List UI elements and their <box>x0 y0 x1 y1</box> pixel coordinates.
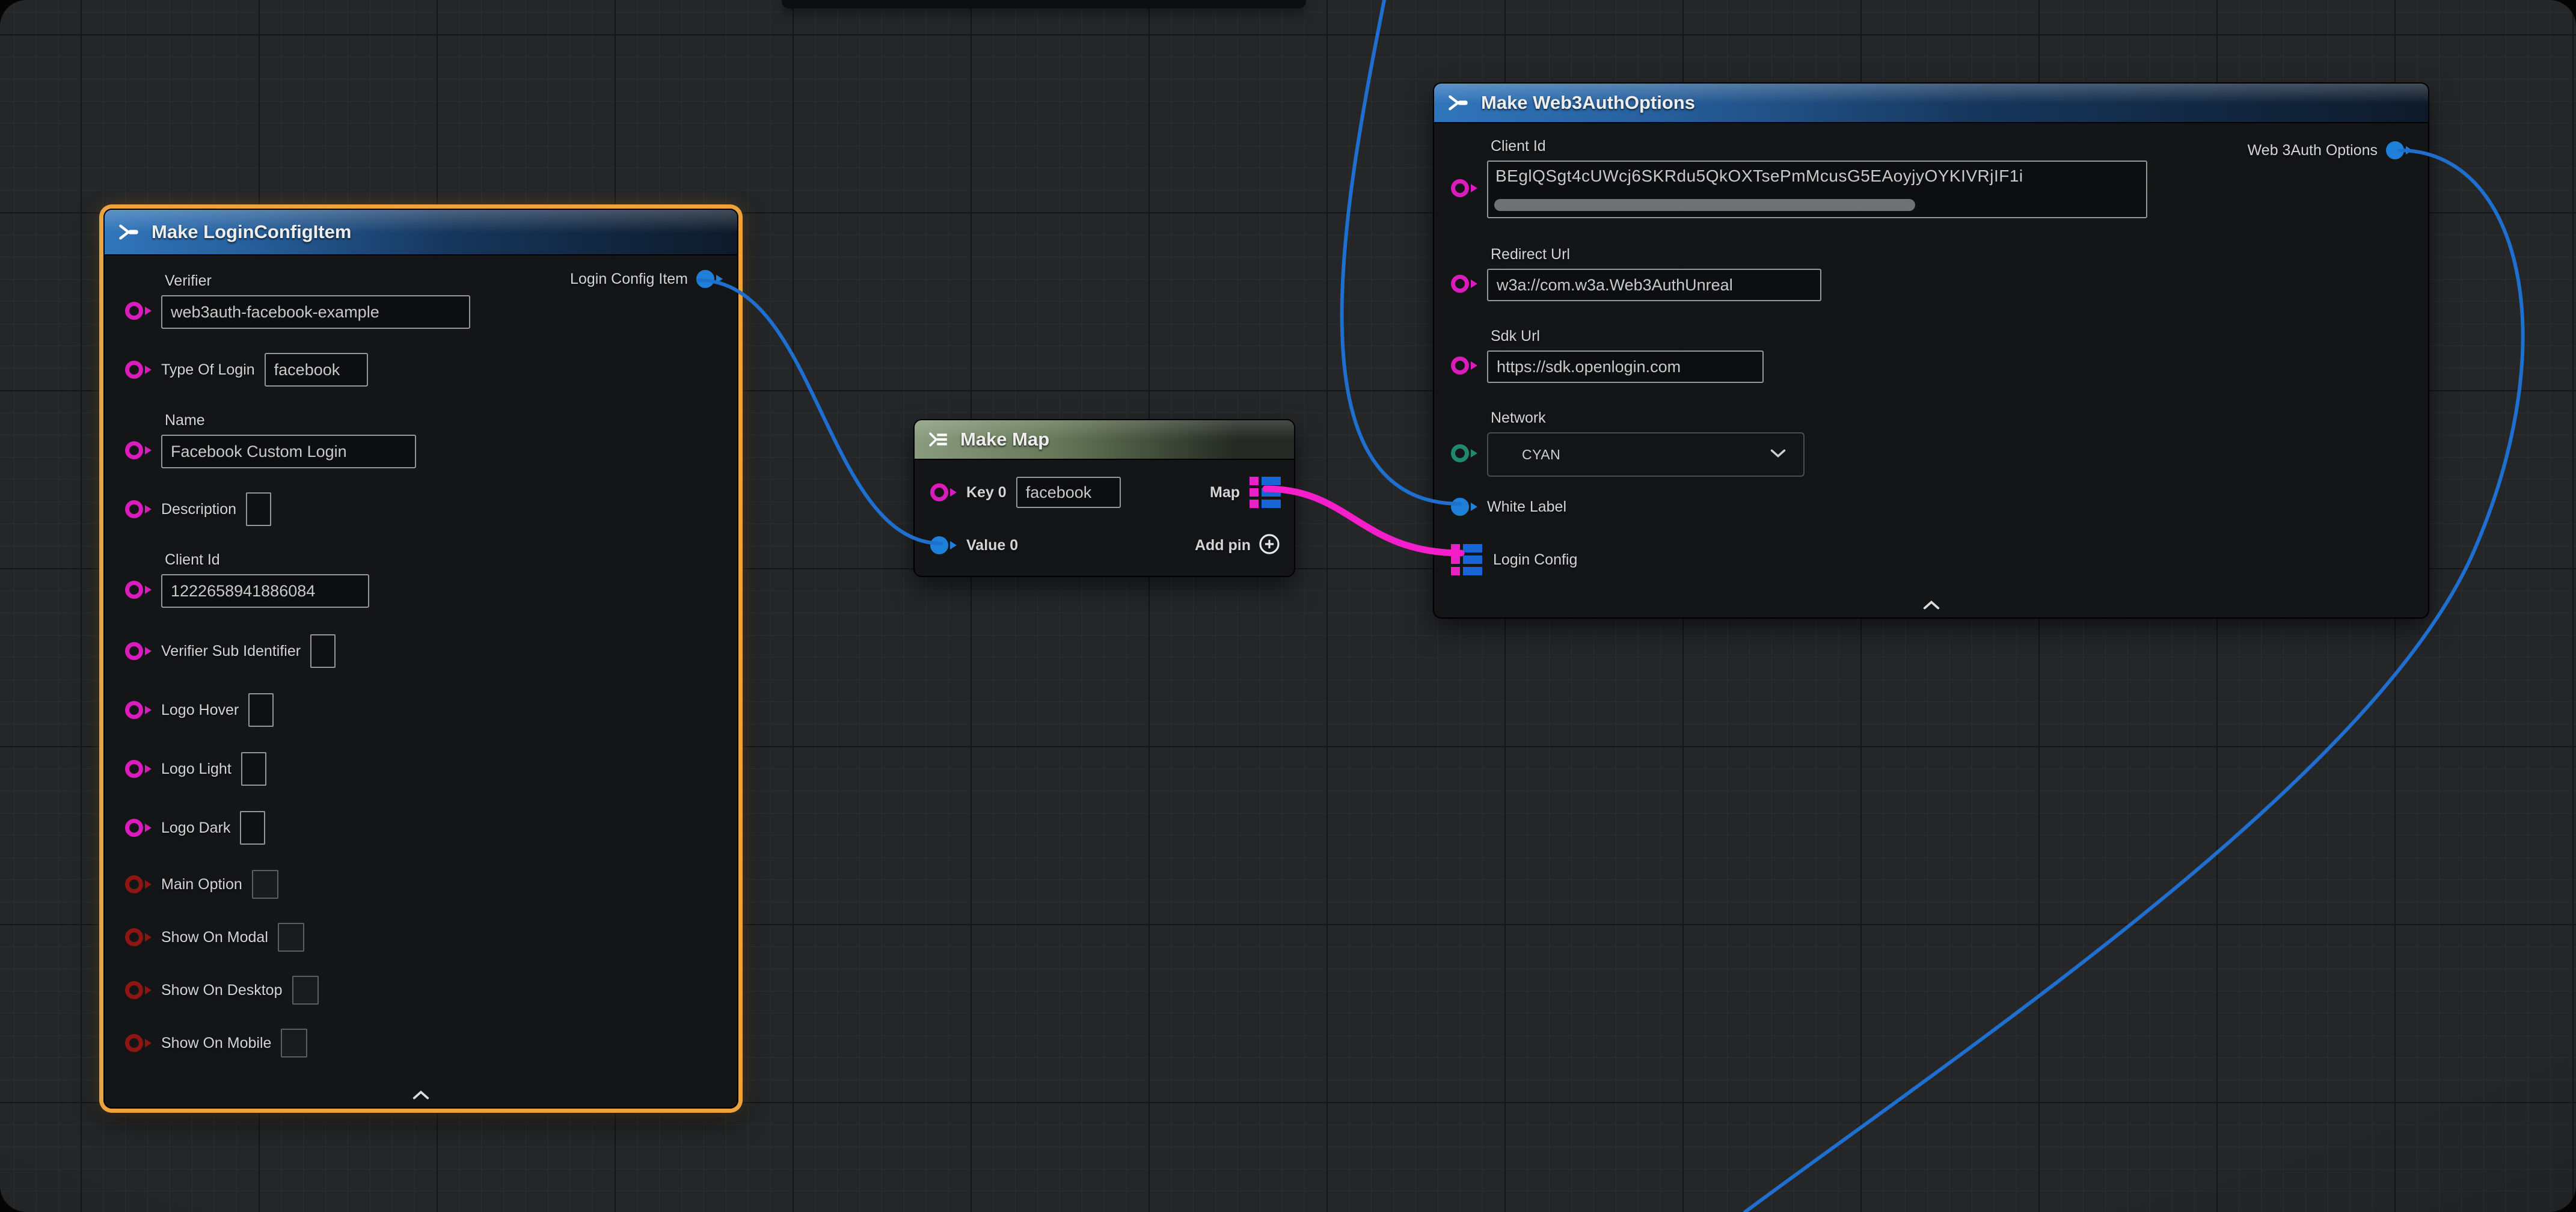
logo-hover-pin[interactable] <box>125 701 152 719</box>
offscreen-node-bottom-edge <box>782 0 1306 8</box>
show-on-desktop-pin[interactable] <box>125 981 152 999</box>
node-make-map[interactable]: Make Map Key 0 Map <box>913 419 1295 577</box>
value0-pin[interactable] <box>930 536 957 554</box>
pin-row-value0: Value 0 Add pin <box>930 519 1281 572</box>
name-input[interactable] <box>161 435 416 468</box>
type-of-login-input[interactable] <box>265 353 368 387</box>
node-title: Make Web3AuthOptions <box>1481 92 1695 114</box>
pin-row-logo-hover: Logo Hover <box>125 693 722 727</box>
collapse-chevron-icon[interactable] <box>1922 601 1940 613</box>
verifier-input[interactable] <box>161 295 470 329</box>
network-pin[interactable] <box>1451 444 1477 462</box>
pin-row-network: Network CYAN <box>1451 409 2412 477</box>
client-id-pin[interactable] <box>125 581 152 599</box>
show-on-modal-checkbox[interactable] <box>278 923 304 952</box>
redirect-url-input[interactable] <box>1487 269 1821 301</box>
key0-pin[interactable] <box>930 483 957 501</box>
login-config-pin[interactable] <box>1451 544 1482 575</box>
show-on-desktop-checkbox[interactable] <box>292 976 319 1005</box>
make-map-icon <box>928 430 949 448</box>
main-option-pin[interactable] <box>125 875 152 893</box>
output-pin-row: Web 3Auth Options <box>2248 141 2412 159</box>
add-pin-icon <box>1258 533 1281 559</box>
pin-row-verifier-sub-identifier: Verifier Sub Identifier <box>125 634 722 668</box>
description-pin[interactable] <box>125 500 152 518</box>
logo-light-pin[interactable] <box>125 760 152 778</box>
node-title: Make Map <box>960 429 1049 450</box>
logo-hover-input[interactable] <box>248 693 274 727</box>
white-label-pin[interactable] <box>1451 498 1477 516</box>
pin-row-description: Description <box>125 492 722 526</box>
make-struct-icon <box>1447 94 1470 112</box>
node-make-loginconfigitem[interactable]: Make LoginConfigItem Login Config Item V… <box>103 209 738 1109</box>
pin-row-client-id: Client Id <box>125 551 722 608</box>
node-header[interactable]: Make Web3AuthOptions <box>1434 84 2428 123</box>
pin-row-sdk-url: Sdk Url <box>1451 328 2412 383</box>
client-id-input[interactable]: BEglQSgt4cUWcj6SKRdu5QkOXTsePmMcusG5EAoy… <box>1487 161 2147 218</box>
graph-canvas[interactable]: Make LoginConfigItem Login Config Item V… <box>0 0 2576 1212</box>
node-title: Make LoginConfigItem <box>152 221 351 243</box>
pin-row-show-on-modal: Show On Modal <box>125 923 722 952</box>
description-input[interactable] <box>246 492 271 526</box>
horizontal-scrollbar[interactable] <box>1494 199 1915 211</box>
collapse-chevron-icon[interactable] <box>412 1091 430 1103</box>
field-label: Verifier <box>165 272 470 290</box>
key0-input[interactable] <box>1016 477 1121 508</box>
add-pin-button[interactable]: Add pin <box>1195 533 1281 559</box>
name-pin[interactable] <box>125 441 152 459</box>
show-on-modal-pin[interactable] <box>125 928 152 946</box>
sdk-url-input[interactable] <box>1487 350 1764 383</box>
client-id-pin[interactable] <box>1451 179 1477 197</box>
output-pin-label: Login Config Item <box>570 271 688 288</box>
pin-row-white-label: White Label <box>1451 492 2412 521</box>
output-pin-row: Login Config Item <box>570 270 723 288</box>
logo-light-input[interactable] <box>241 752 266 786</box>
network-dropdown[interactable]: CYAN <box>1487 432 1805 477</box>
verifier-sub-identifier-input[interactable] <box>310 634 336 668</box>
pin-row-login-config: Login Config <box>1451 544 2412 575</box>
pin-row-logo-dark: Logo Dark <box>125 811 722 845</box>
login-config-item-output-pin[interactable] <box>696 270 723 288</box>
logo-dark-input[interactable] <box>240 811 265 845</box>
logo-dark-pin[interactable] <box>125 819 152 837</box>
sdk-url-pin[interactable] <box>1451 357 1477 375</box>
show-on-mobile-pin[interactable] <box>125 1034 152 1052</box>
pin-row-show-on-desktop: Show On Desktop <box>125 976 722 1005</box>
verifier-sub-identifier-pin[interactable] <box>125 642 152 660</box>
pin-row-name: Name <box>125 412 722 468</box>
pin-row-show-on-mobile: Show On Mobile <box>125 1029 722 1057</box>
verifier-pin[interactable] <box>125 302 152 320</box>
pin-row-logo-light: Logo Light <box>125 752 722 786</box>
client-id-input[interactable] <box>161 574 369 608</box>
map-output-pin[interactable] <box>1250 477 1281 508</box>
node-header[interactable]: Make LoginConfigItem <box>105 210 737 256</box>
node-header[interactable]: Make Map <box>915 420 1294 460</box>
chevron-down-icon <box>1770 448 1786 461</box>
blueprint-graph-editor: Make LoginConfigItem Login Config Item V… <box>0 0 2576 1212</box>
show-on-mobile-checkbox[interactable] <box>281 1029 307 1057</box>
redirect-url-pin[interactable] <box>1451 275 1477 293</box>
pin-row-redirect-url: Redirect Url <box>1451 246 2412 301</box>
pin-row-type-of-login: Type Of Login <box>125 353 722 387</box>
pin-row-key0: Key 0 Map <box>930 466 1281 519</box>
node-make-web3authoptions[interactable]: Make Web3AuthOptions Web 3Auth Options C… <box>1433 82 2429 619</box>
main-option-checkbox[interactable] <box>252 870 278 899</box>
pin-row-main-option: Main Option <box>125 870 722 899</box>
type-of-login-pin[interactable] <box>125 361 152 379</box>
output-pin-label: Web 3Auth Options <box>2248 142 2378 159</box>
make-struct-icon <box>118 223 141 241</box>
web3auth-options-output-pin[interactable] <box>2386 141 2412 159</box>
